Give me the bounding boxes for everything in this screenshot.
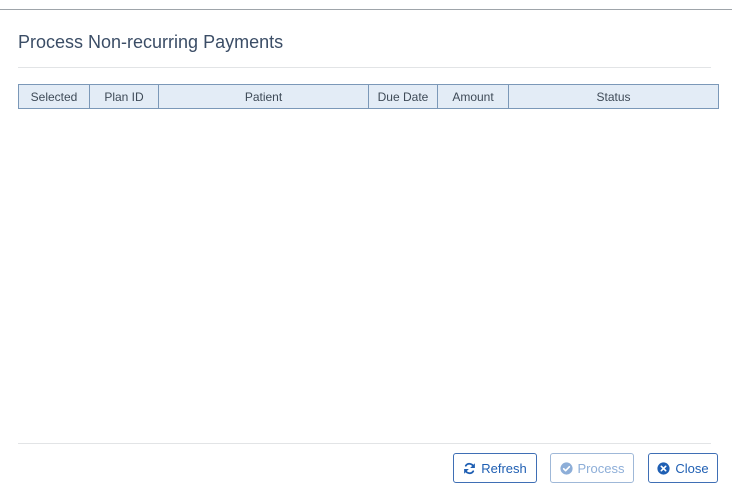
refresh-icon <box>463 462 476 475</box>
dialog-title: Process Non-recurring Payments <box>18 32 284 52</box>
footer-divider <box>18 443 711 444</box>
grid-header-row: Selected Plan ID Patient Due Date Amount… <box>18 84 719 109</box>
process-button-label: Process <box>577 460 625 476</box>
column-header-selected[interactable]: Selected <box>18 84 90 109</box>
refresh-button-label: Refresh <box>481 460 527 476</box>
close-button-label: Close <box>675 460 709 476</box>
refresh-button[interactable]: Refresh <box>453 453 537 483</box>
check-circle-icon <box>559 461 573 475</box>
column-header-amount[interactable]: Amount <box>437 84 509 109</box>
column-header-plan-id[interactable]: Plan ID <box>89 84 159 109</box>
close-button[interactable]: Close <box>648 453 718 483</box>
process-button[interactable]: Process <box>550 453 634 483</box>
dialog-top-border <box>0 9 732 10</box>
column-header-patient[interactable]: Patient <box>158 84 369 109</box>
column-header-due-date[interactable]: Due Date <box>368 84 438 109</box>
close-circle-icon <box>657 461 670 475</box>
payments-grid: Selected Plan ID Patient Due Date Amount… <box>18 84 719 109</box>
title-divider <box>18 67 711 68</box>
column-header-status[interactable]: Status <box>508 84 719 109</box>
